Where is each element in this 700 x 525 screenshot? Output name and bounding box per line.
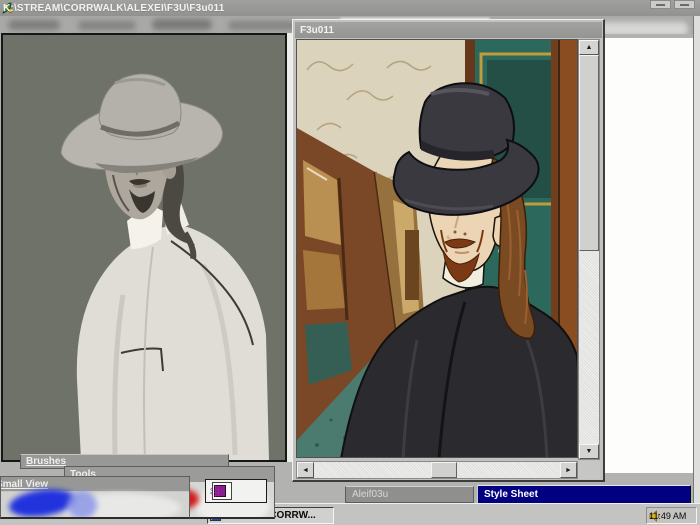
horizontal-scroll-thumb[interactable] bbox=[431, 462, 457, 478]
main-titlebar[interactable]: K:\STREAM\CORRWALK\ALEXEI\F3U\F3u011 bbox=[0, 0, 700, 16]
aleif03u-title: Aleif03u bbox=[352, 489, 388, 500]
vertical-scrollbar[interactable]: ▲ ▼ bbox=[578, 39, 600, 460]
minimize-button[interactable] bbox=[650, 0, 671, 9]
background-window-edge bbox=[693, 16, 700, 503]
brushes-palette-title: Brushes bbox=[26, 456, 66, 467]
scrollbar-corner bbox=[578, 461, 600, 479]
swatch-button[interactable] bbox=[212, 482, 232, 500]
pattern-dots-icon bbox=[214, 485, 219, 497]
main-window-title: K:\STREAM\CORRWALK\ALEXEI\F3U\F3u011 bbox=[3, 3, 225, 14]
desktop: K:\STREAM\CORRWALK\ALEXEI\F3U\F3u011 bbox=[0, 0, 700, 525]
vertical-scroll-thumb[interactable] bbox=[579, 55, 599, 251]
aleif03u-titlebar[interactable]: Aleif03u bbox=[345, 486, 474, 503]
style-sheet-titlebar[interactable]: Style Sheet bbox=[477, 485, 691, 504]
horizontal-scrollbar[interactable]: ◄ ► bbox=[296, 461, 578, 479]
f3u011-title: F3u011 bbox=[300, 25, 334, 36]
right-arrow-icon: ► bbox=[565, 467, 572, 474]
system-tray: 11:49 AM bbox=[646, 507, 697, 524]
maximize-button[interactable] bbox=[674, 0, 695, 9]
edit-mini-toolbar: ✂ bbox=[205, 479, 267, 503]
scroll-left-button[interactable]: ◄ bbox=[297, 462, 314, 478]
blue-brush-streak bbox=[67, 491, 97, 519]
up-arrow-icon: ▲ bbox=[586, 44, 593, 51]
f3u011-window[interactable]: F3u011 bbox=[292, 19, 605, 482]
f3u011-titlebar[interactable]: F3u011 bbox=[295, 22, 602, 38]
down-arrow-icon: ▼ bbox=[586, 448, 593, 455]
colorized-portrait-image bbox=[297, 40, 578, 458]
scroll-up-button[interactable]: ▲ bbox=[579, 40, 599, 55]
scroll-right-button[interactable]: ► bbox=[560, 462, 577, 478]
clock[interactable]: 11:49 AM bbox=[649, 511, 686, 521]
grayscale-portrait-image bbox=[3, 35, 285, 460]
small-view-palette[interactable]: Small View bbox=[0, 476, 190, 519]
scroll-down-button[interactable]: ▼ bbox=[579, 444, 599, 459]
background-window bbox=[601, 38, 694, 473]
left-arrow-icon: ◄ bbox=[302, 467, 309, 474]
small-view-titlebar[interactable]: Small View bbox=[1, 477, 189, 492]
f3u011-canvas[interactable] bbox=[296, 39, 578, 458]
small-view-title: Small View bbox=[1, 479, 48, 490]
style-sheet-title: Style Sheet bbox=[484, 489, 538, 500]
grayscale-image-window[interactable] bbox=[1, 33, 287, 462]
